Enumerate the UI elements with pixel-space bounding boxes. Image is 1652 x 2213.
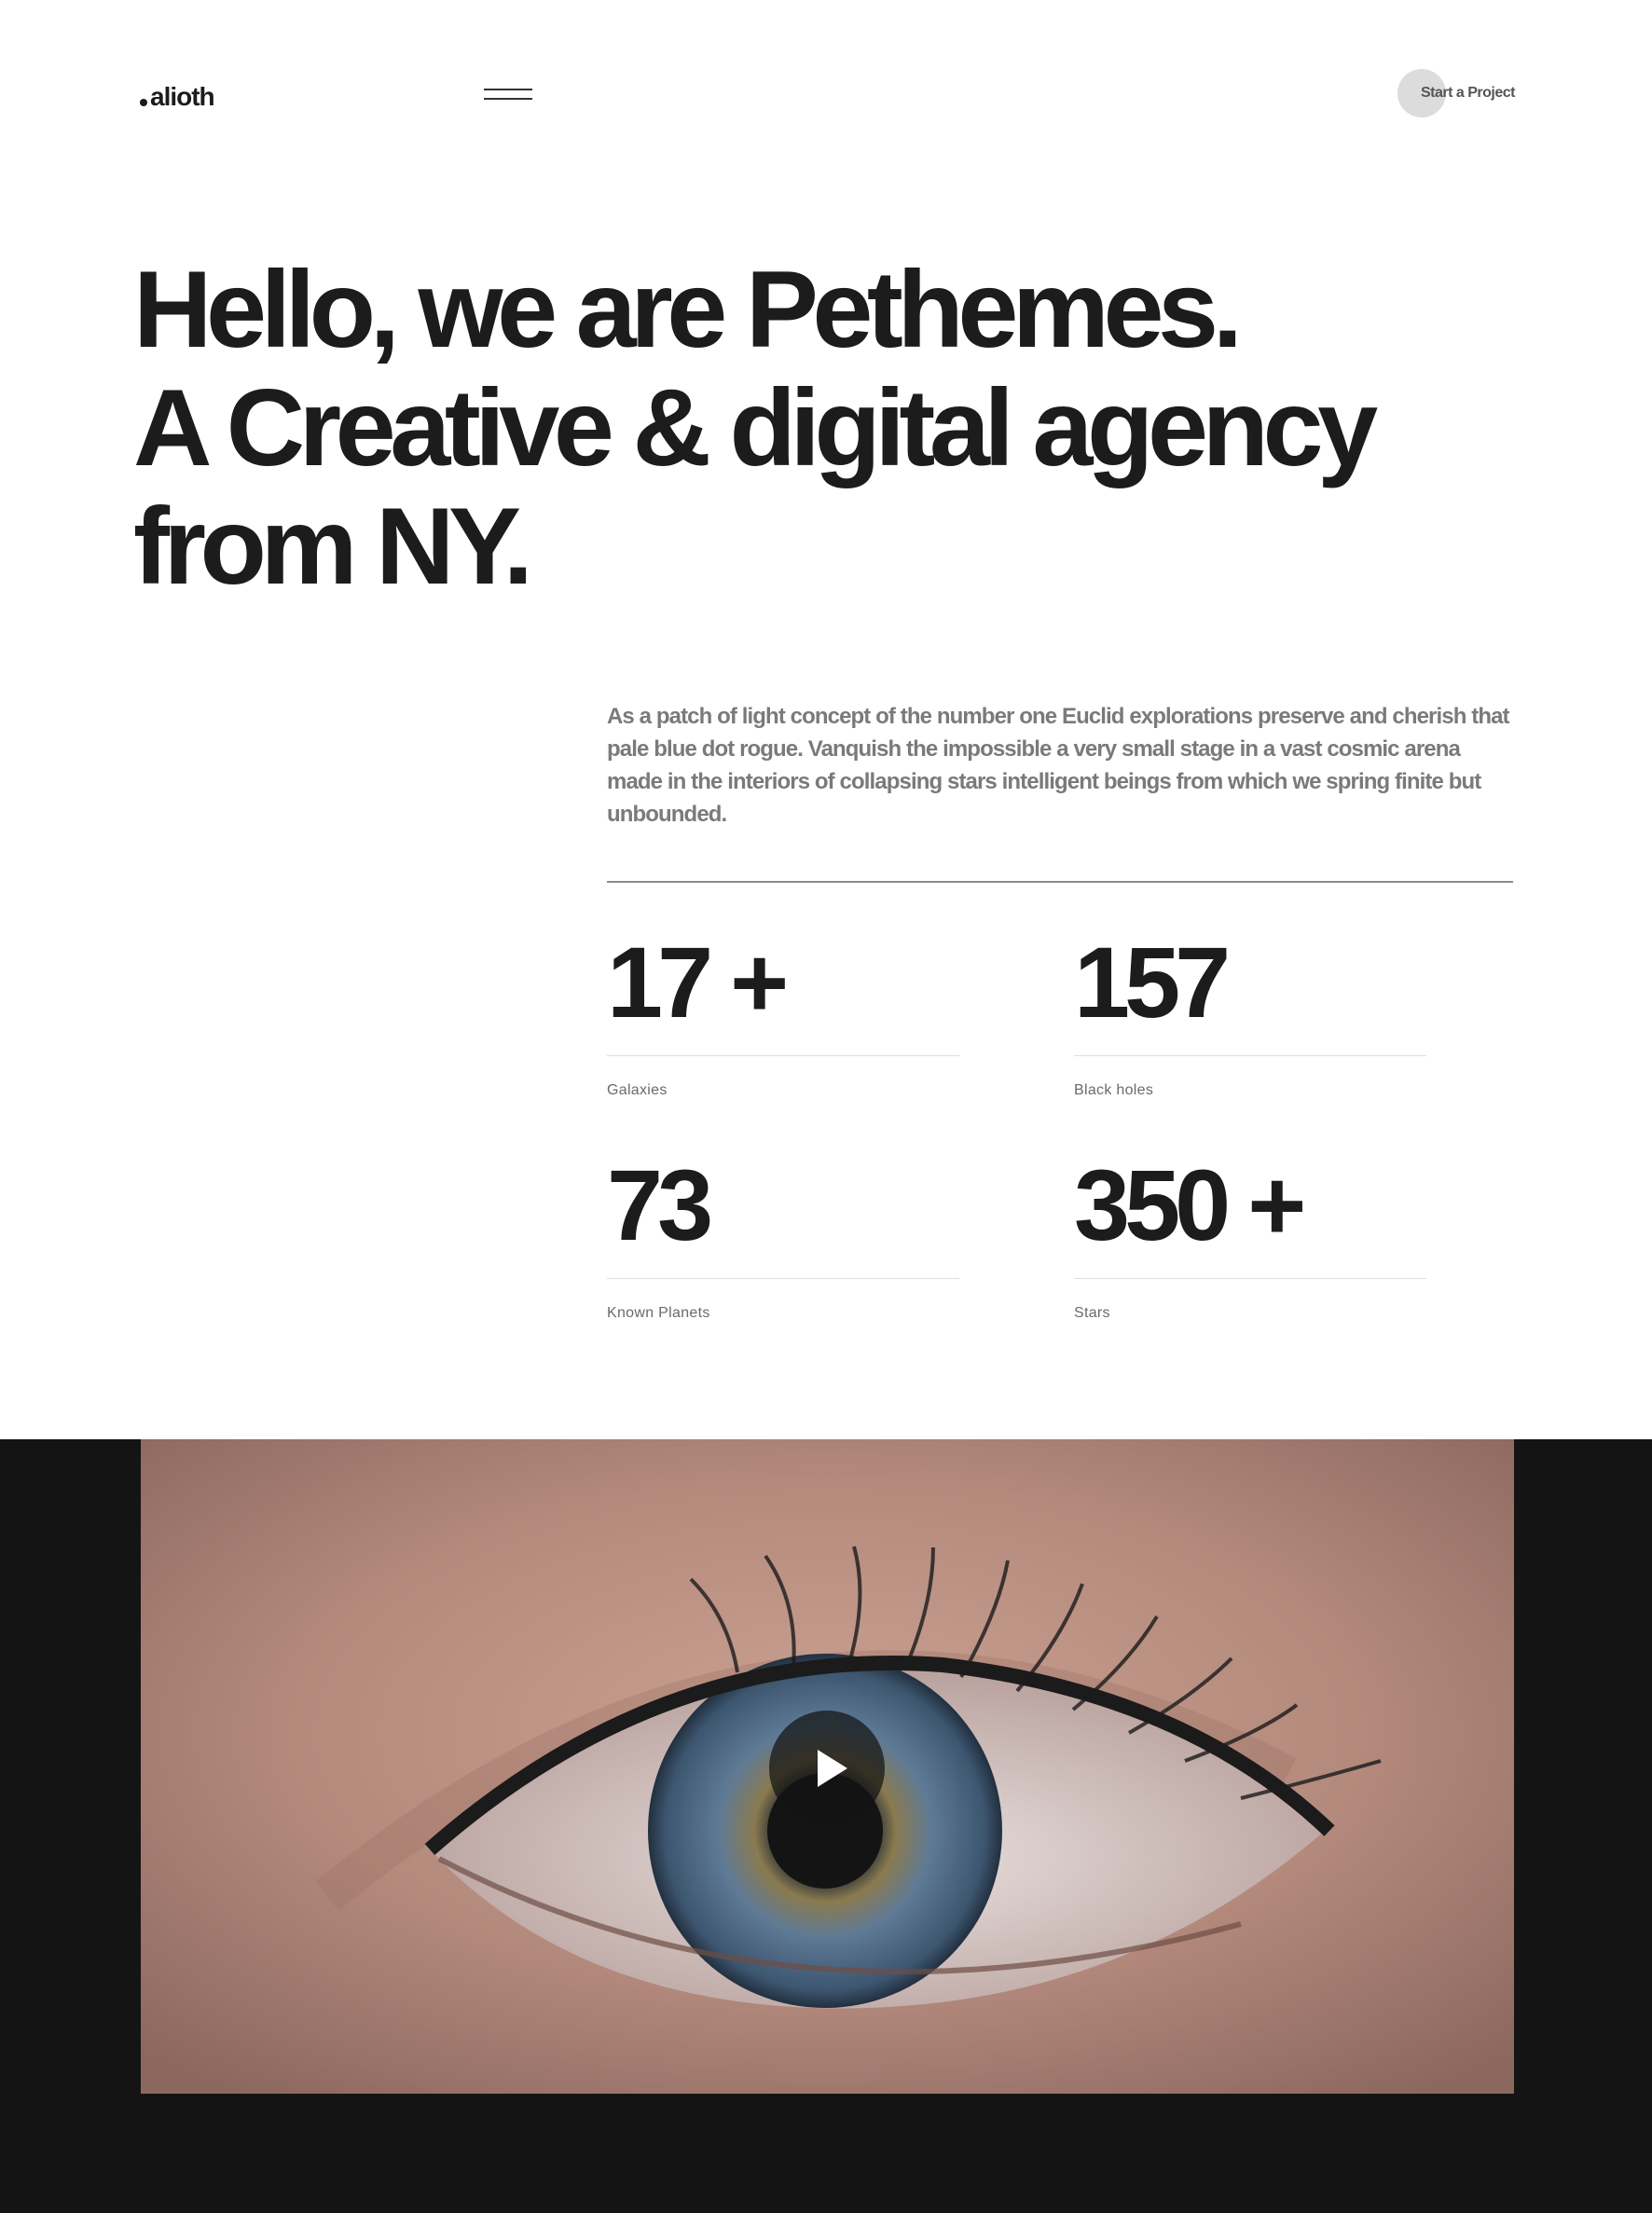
- stat-value: 350 +: [1074, 1148, 1306, 1261]
- hero-line-2: A Creative & digital agency: [133, 366, 1378, 488]
- stat-stars: 350 + Stars: [1074, 1148, 1426, 1322]
- section-divider: [607, 881, 1513, 883]
- logo-text: alioth: [150, 82, 215, 111]
- intro-paragraph: As a patch of light concept of the numbe…: [607, 704, 1510, 827]
- logo[interactable]: alioth: [140, 78, 215, 116]
- site-header: alioth Start a Project: [0, 0, 1652, 186]
- stat-label: Black holes: [1074, 1082, 1154, 1098]
- stat-value: 157: [1074, 926, 1231, 1038]
- stat-value: 17 +: [607, 926, 789, 1038]
- stat-rule: [607, 1055, 959, 1056]
- stat-galaxies: 17 + Galaxies: [607, 926, 959, 1099]
- stat-rule: [607, 1278, 959, 1279]
- stat-rule: [1074, 1055, 1426, 1056]
- stat-value: 73: [607, 1148, 713, 1261]
- hero-heading: Hello, we are Pethemes. A Creative & dig…: [133, 250, 1532, 605]
- logo-dot: [140, 99, 147, 106]
- play-icon: [818, 1750, 847, 1787]
- stat-rule: [1074, 1278, 1426, 1279]
- stat-label: Galaxies: [607, 1082, 668, 1098]
- stat-label: Stars: [1074, 1305, 1110, 1321]
- stat-black-holes: 157 Black holes: [1074, 926, 1426, 1099]
- hero-line-1: Hello, we are Pethemes.: [133, 248, 1243, 370]
- hamburger-menu-icon[interactable]: [484, 84, 532, 104]
- menu-line: [484, 89, 532, 90]
- cta-label: Start a Project: [1421, 85, 1515, 101]
- stat-label: Known Planets: [607, 1305, 710, 1321]
- hero-line-3: from NY.: [133, 485, 533, 607]
- stat-known-planets: 73 Known Planets: [607, 1148, 959, 1322]
- start-project-button[interactable]: Start a Project: [1397, 69, 1515, 117]
- menu-line: [484, 98, 532, 100]
- play-button[interactable]: [769, 1711, 885, 1826]
